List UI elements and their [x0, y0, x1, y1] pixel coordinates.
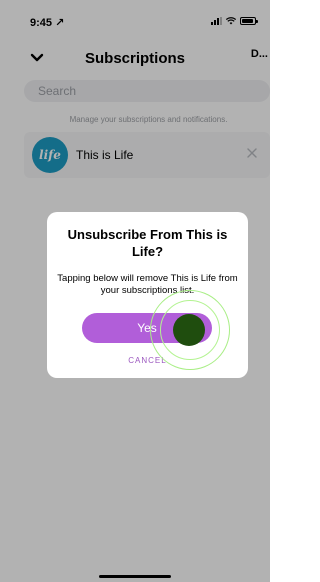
- phone-screen: 9:45 ↗ Subscriptions D... Manage your su…: [0, 0, 270, 582]
- dialog-message: Tapping below will remove This is Life f…: [57, 273, 238, 296]
- dialog-title: Unsubscribe From This is Life?: [67, 227, 228, 259]
- tap-indicator-dot: [173, 314, 205, 346]
- home-indicator[interactable]: [99, 575, 171, 578]
